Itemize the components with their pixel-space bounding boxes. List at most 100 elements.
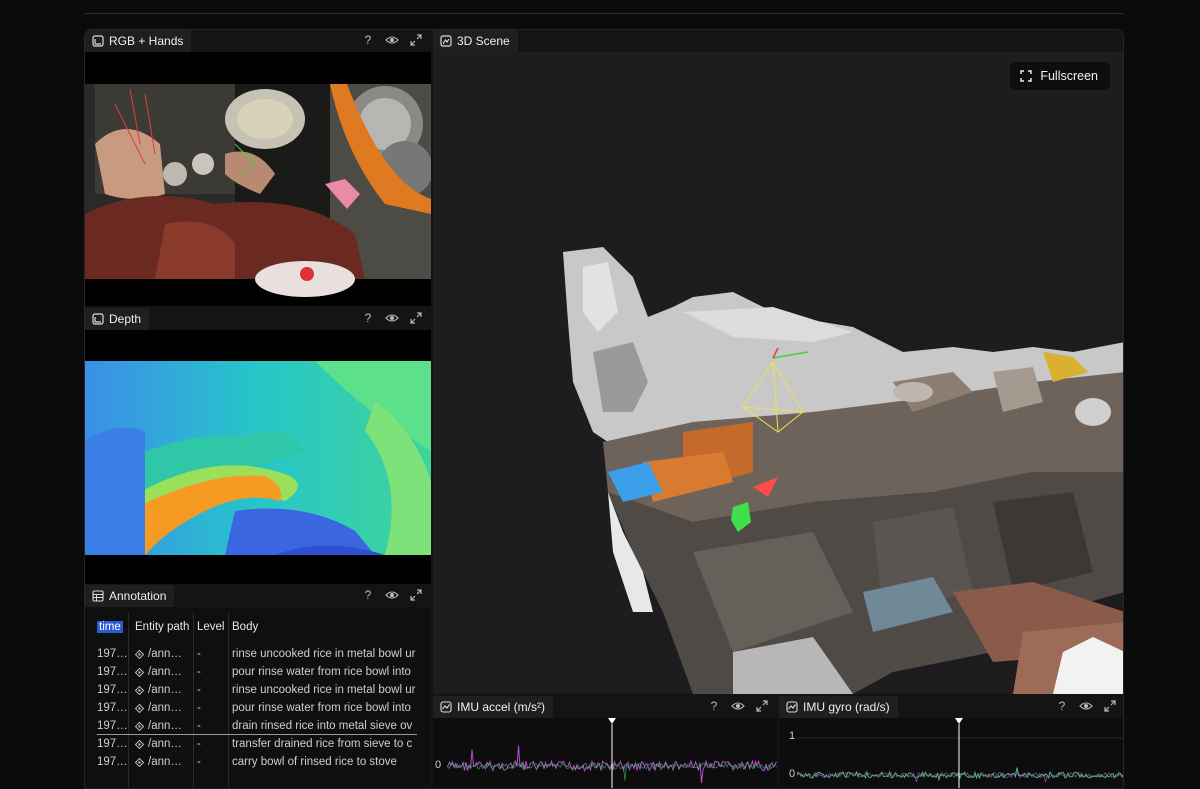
table-row[interactable]: 197… /ann… - transfer drained rice from sie… bbox=[85, 735, 431, 753]
eye-icon[interactable] bbox=[731, 699, 745, 713]
cell-level: - bbox=[197, 648, 201, 660]
3d-scene-render bbox=[433, 52, 1123, 694]
tab-label: Annotation bbox=[109, 589, 167, 603]
cell-body: rinse uncooked rice in metal bowl ur bbox=[232, 684, 416, 696]
3d-view-icon bbox=[440, 35, 452, 47]
table-row[interactable]: 197… /ann… - drain rinsed rice into metal s… bbox=[85, 717, 431, 735]
cell-time: 197… bbox=[97, 720, 127, 732]
timeseries-view-icon bbox=[786, 701, 798, 713]
maximize-icon[interactable] bbox=[409, 588, 423, 602]
fullscreen-icon bbox=[1020, 70, 1033, 82]
column-header-time[interactable]: time bbox=[97, 621, 123, 633]
annotation-panel: Annotation ? time Entity path Level Body… bbox=[85, 585, 431, 788]
current-time-marker bbox=[97, 734, 417, 735]
panel-tabbar: IMU accel (m/s²) ? bbox=[433, 696, 777, 718]
entity-path-text: /ann… bbox=[148, 720, 182, 732]
help-icon[interactable]: ? bbox=[707, 699, 721, 713]
panel-tabbar: RGB + Hands ? bbox=[85, 30, 431, 52]
rgb-hands-panel: RGB + Hands ? bbox=[85, 30, 431, 306]
3d-scene-panel: 3D Scene Fullscreen bbox=[433, 30, 1123, 694]
cell-entity-path: /ann… bbox=[135, 702, 195, 714]
maximize-icon[interactable] bbox=[755, 699, 769, 713]
panel-tabbar: Depth ? bbox=[85, 308, 431, 330]
entity-icon bbox=[135, 721, 144, 731]
table-row[interactable]: 197… /ann… - carry bowl of rinsed rice to s… bbox=[85, 753, 431, 771]
panel-tabbar: Annotation ? bbox=[85, 585, 431, 607]
table-row[interactable]: 197… /ann… - rinse uncooked rice in metal b… bbox=[85, 681, 431, 699]
entity-path-text: /ann… bbox=[148, 666, 182, 678]
eye-icon[interactable] bbox=[1079, 699, 1093, 713]
rgb-camera-image bbox=[85, 52, 431, 306]
tab-label: IMU accel (m/s²) bbox=[457, 700, 545, 714]
tab-label: IMU gyro (rad/s) bbox=[803, 700, 890, 714]
cell-level: - bbox=[197, 702, 201, 714]
eye-icon[interactable] bbox=[385, 588, 399, 602]
help-icon[interactable]: ? bbox=[361, 33, 375, 47]
fullscreen-label: Fullscreen bbox=[1040, 69, 1098, 83]
cell-entity-path: /ann… bbox=[135, 738, 195, 750]
cell-level: - bbox=[197, 720, 201, 732]
entity-path-text: /ann… bbox=[148, 738, 182, 750]
imu-gyro-plot[interactable]: 1 0 bbox=[779, 718, 1123, 788]
imu-accel-plot[interactable]: 0 bbox=[433, 718, 777, 788]
cell-time: 197… bbox=[97, 648, 127, 660]
tab-imu-accel[interactable]: IMU accel (m/s²) bbox=[433, 696, 553, 718]
entity-icon bbox=[135, 649, 144, 659]
tab-imu-gyro[interactable]: IMU gyro (rad/s) bbox=[779, 696, 898, 718]
y-tick-label: 0 bbox=[789, 768, 796, 780]
eye-icon[interactable] bbox=[385, 33, 399, 47]
tab-annotation[interactable]: Annotation bbox=[85, 585, 175, 607]
cell-body: pour rinse water from rice bowl into bbox=[232, 702, 411, 714]
3d-viewport[interactable]: Fullscreen bbox=[433, 52, 1123, 694]
cell-time: 197… bbox=[97, 666, 127, 678]
panel-tabbar: IMU gyro (rad/s) ? bbox=[779, 696, 1123, 718]
tab-depth[interactable]: Depth bbox=[85, 308, 150, 330]
timeseries-view-icon bbox=[440, 701, 452, 713]
top-divider bbox=[84, 13, 1124, 14]
column-header-entity-path[interactable]: Entity path bbox=[135, 621, 195, 633]
imu-gyro-trace bbox=[797, 718, 1123, 788]
maximize-icon[interactable] bbox=[409, 311, 423, 325]
entity-icon bbox=[135, 703, 144, 713]
image-view-icon bbox=[92, 313, 104, 325]
cell-time: 197… bbox=[97, 702, 127, 714]
cell-entity-path: /ann… bbox=[135, 666, 195, 678]
help-icon[interactable]: ? bbox=[361, 311, 375, 325]
cell-level: - bbox=[197, 666, 201, 678]
cell-level: - bbox=[197, 738, 201, 750]
tab-rgb-hands[interactable]: RGB + Hands bbox=[85, 30, 192, 52]
image-view-icon bbox=[92, 35, 104, 47]
panel-tabbar: 3D Scene bbox=[433, 30, 1123, 52]
table-row[interactable]: 197… /ann… - rinse uncooked rice in metal b… bbox=[85, 645, 431, 663]
depth-map-image bbox=[85, 330, 431, 584]
cell-time: 197… bbox=[97, 684, 127, 696]
maximize-icon[interactable] bbox=[409, 33, 423, 47]
table-header: time Entity path Level Body bbox=[85, 619, 431, 635]
fullscreen-button[interactable]: Fullscreen bbox=[1010, 62, 1110, 90]
cell-entity-path: /ann… bbox=[135, 684, 195, 696]
depth-image-view[interactable] bbox=[85, 330, 431, 584]
column-header-level[interactable]: Level bbox=[197, 621, 227, 633]
table-row[interactable]: 197… /ann… - pour rinse water from rice bow… bbox=[85, 699, 431, 717]
entity-icon bbox=[135, 739, 144, 749]
help-icon[interactable]: ? bbox=[1055, 699, 1069, 713]
eye-icon[interactable] bbox=[385, 311, 399, 325]
annotation-table: time Entity path Level Body 197… /ann… - ri… bbox=[85, 607, 431, 788]
rgb-image-view[interactable] bbox=[85, 52, 431, 306]
help-icon[interactable]: ? bbox=[361, 588, 375, 602]
cell-body: rinse uncooked rice in metal bowl ur bbox=[232, 648, 416, 660]
cell-time: 197… bbox=[97, 738, 127, 750]
viewer-app: RGB + Hands ? Depth ? Annotation ? time … bbox=[84, 29, 1124, 789]
entity-path-text: /ann… bbox=[148, 648, 182, 660]
column-header-body[interactable]: Body bbox=[232, 621, 422, 633]
entity-icon bbox=[135, 667, 144, 677]
table-row[interactable]: 197… /ann… - pour rinse water from rice bow… bbox=[85, 663, 431, 681]
tab-3d-scene[interactable]: 3D Scene bbox=[433, 30, 518, 52]
entity-path-text: /ann… bbox=[148, 684, 182, 696]
imu-accel-trace bbox=[447, 718, 777, 788]
maximize-icon[interactable] bbox=[1103, 699, 1117, 713]
table-view-icon bbox=[92, 590, 104, 602]
entity-icon bbox=[135, 685, 144, 695]
depth-panel: Depth ? bbox=[85, 308, 431, 584]
cell-body: drain rinsed rice into metal sieve ov bbox=[232, 720, 413, 732]
